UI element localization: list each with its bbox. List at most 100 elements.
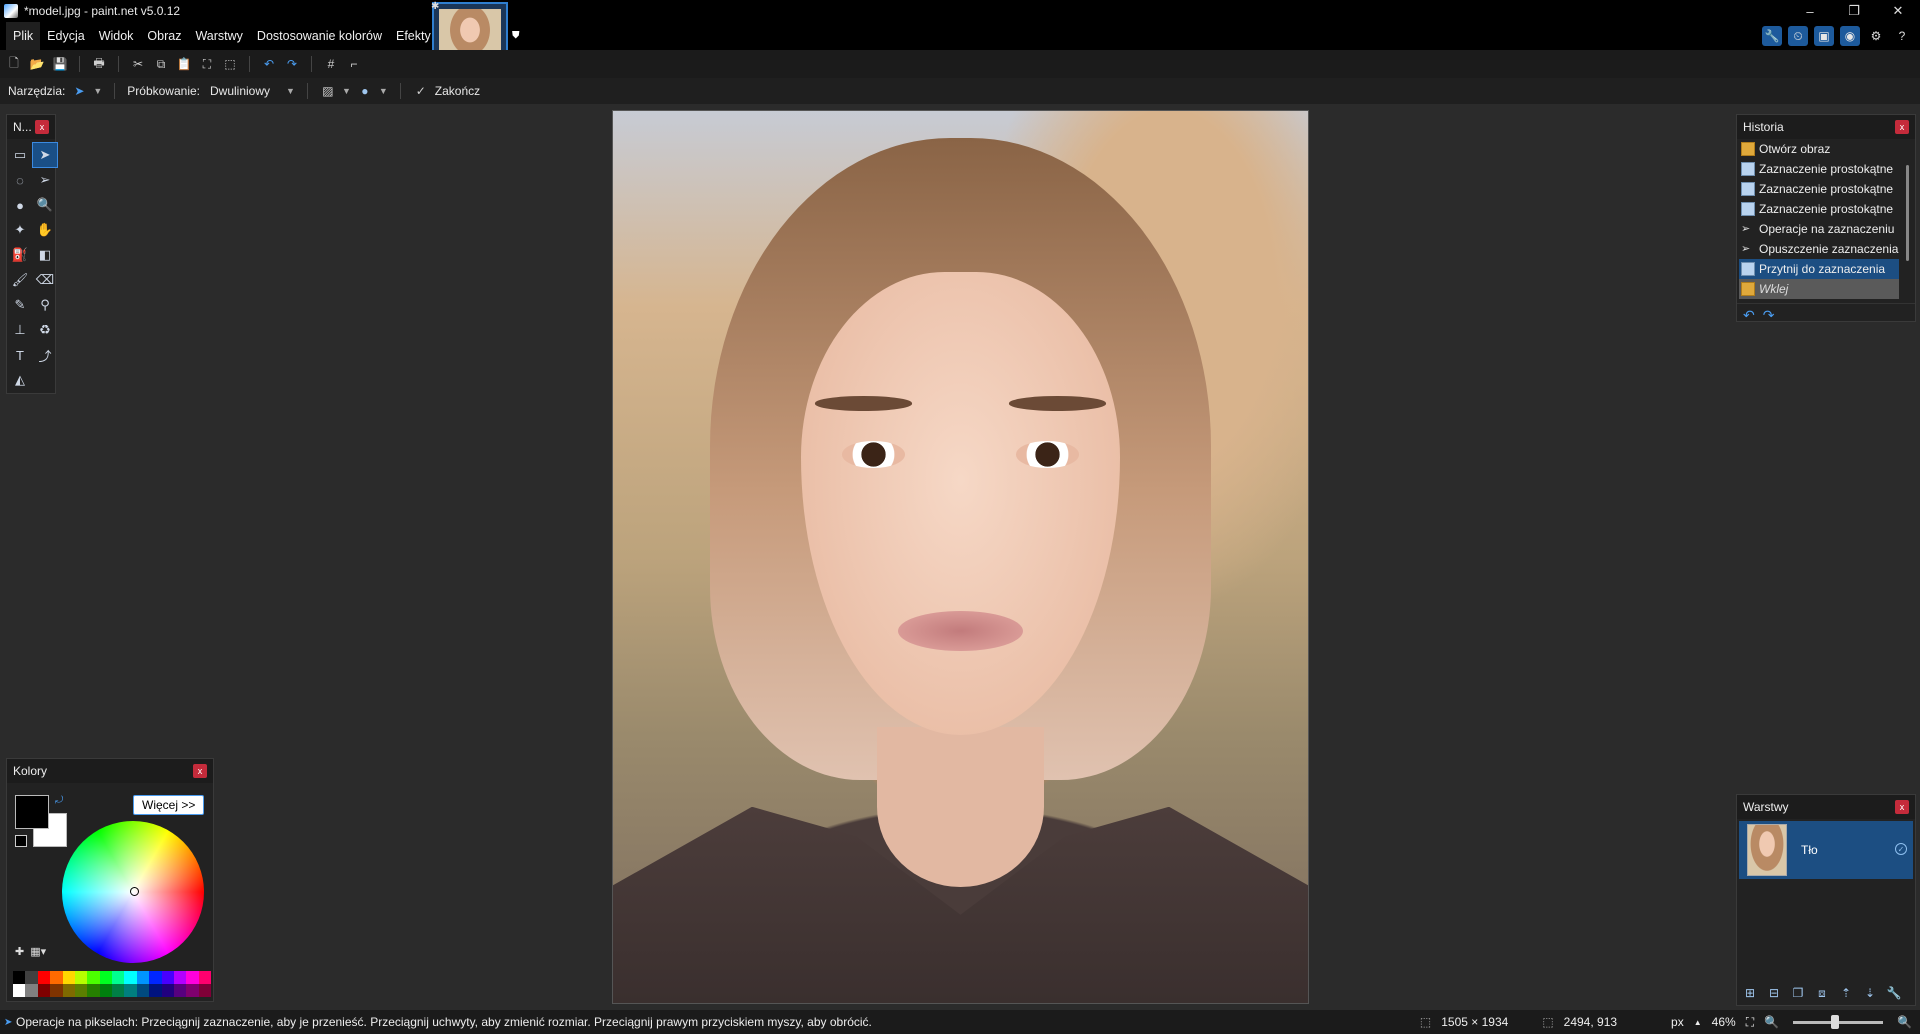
palette-swatch[interactable]: [87, 984, 100, 997]
history-item[interactable]: ➢ Operacje na zaznaczeniu: [1739, 219, 1899, 239]
palette-swatch[interactable]: [186, 971, 199, 984]
history-item-selected[interactable]: Przytnij do zaznaczenia: [1739, 259, 1899, 279]
palette-swatch[interactable]: [173, 971, 187, 984]
palette-swatch[interactable]: [124, 984, 137, 997]
delete-layer-icon[interactable]: ⊟: [1765, 985, 1783, 1001]
palette-swatch[interactable]: [112, 971, 125, 984]
units-chevron-icon[interactable]: ▲: [1694, 1018, 1702, 1027]
layer-visibility-checkbox[interactable]: ✓: [1895, 843, 1907, 855]
history-item[interactable]: Zaznaczenie prostokątne: [1739, 199, 1899, 219]
palette-swatch[interactable]: [37, 971, 51, 984]
tabs-dropdown-icon[interactable]: ⛊: [512, 30, 524, 42]
zoom-slider[interactable]: [1793, 1014, 1884, 1029]
antialiasing-icon[interactable]: ▨: [320, 83, 336, 99]
rectangle-select-tool-icon[interactable]: ▭: [8, 143, 32, 167]
chevron-down-icon[interactable]: ▼: [93, 86, 102, 96]
history-redo-icon[interactable]: ↷: [1763, 307, 1775, 324]
history-item[interactable]: ➢ Opuszczenie zaznaczenia: [1739, 239, 1899, 259]
palette-swatch[interactable]: [13, 984, 26, 997]
zoom-in-icon[interactable]: 🔍: [1897, 1015, 1912, 1029]
checkmark-icon[interactable]: ✓: [413, 83, 429, 99]
zoom-to-window-icon[interactable]: ⛶: [1746, 1015, 1754, 1030]
layers-window-toggle-icon[interactable]: ▣: [1814, 26, 1834, 46]
palette-menu-icon[interactable]: ▦▾: [30, 945, 46, 958]
print-icon[interactable]: 🖶: [91, 56, 107, 72]
palette-swatch[interactable]: [173, 984, 187, 997]
chevron-down-icon[interactable]: ▼: [379, 86, 388, 96]
menu-view[interactable]: Widok: [92, 22, 141, 50]
lasso-select-tool-icon[interactable]: ◌: [8, 168, 32, 192]
layers-panel-close-button[interactable]: x: [1895, 800, 1909, 814]
restore-button[interactable]: ❐: [1832, 0, 1876, 22]
palette-swatch[interactable]: [87, 971, 100, 984]
text-tool-icon[interactable]: T: [8, 343, 32, 367]
more-colors-button[interactable]: Więcej >>: [133, 795, 205, 815]
history-item[interactable]: Otwórz obraz: [1739, 139, 1899, 159]
shapes-tool-icon[interactable]: ◭: [8, 368, 32, 392]
add-layer-icon[interactable]: ⊞: [1741, 985, 1759, 1001]
duplicate-layer-icon[interactable]: ❐: [1789, 985, 1807, 1001]
color-picker-tool-icon[interactable]: ⚲: [33, 293, 57, 317]
palette-swatch[interactable]: [112, 984, 125, 997]
grid-icon[interactable]: #: [323, 56, 339, 72]
history-item[interactable]: Zaznaczenie prostokątne: [1739, 159, 1899, 179]
history-item[interactable]: Zaznaczenie prostokątne: [1739, 179, 1899, 199]
menu-file[interactable]: Plik: [6, 22, 41, 50]
palette-swatch[interactable]: [149, 984, 162, 997]
history-scrollbar[interactable]: [1906, 165, 1909, 261]
history-window-toggle-icon[interactable]: ⏲: [1788, 26, 1808, 46]
magic-wand-tool-icon[interactable]: ✦: [8, 218, 32, 242]
palette-swatch[interactable]: [50, 971, 63, 984]
undo-icon[interactable]: ↶: [261, 56, 277, 72]
deselect-icon[interactable]: ⬚: [222, 56, 238, 72]
palette-swatch[interactable]: [99, 971, 112, 984]
reset-colors-icon[interactable]: [15, 835, 27, 847]
palette-swatch[interactable]: [50, 984, 63, 997]
move-layer-up-icon[interactable]: ⇡: [1837, 985, 1855, 1001]
tools-panel-close-button[interactable]: x: [35, 120, 49, 134]
units-dropdown[interactable]: px: [1671, 1015, 1684, 1029]
line-curve-tool-icon[interactable]: ⤴: [33, 343, 57, 367]
palette-swatch[interactable]: [136, 971, 150, 984]
current-tool-move-icon[interactable]: ➤: [71, 83, 87, 99]
layer-properties-icon[interactable]: 🔧: [1885, 985, 1903, 1001]
chevron-down-icon[interactable]: ▼: [342, 86, 351, 96]
palette-swatch[interactable]: [62, 984, 75, 997]
close-window-button[interactable]: ✕: [1876, 0, 1920, 22]
history-undo-icon[interactable]: ↶: [1743, 307, 1755, 324]
gradient-tool-icon[interactable]: ◧: [33, 243, 57, 267]
palette-swatch[interactable]: [13, 971, 26, 984]
primary-color-swatch[interactable]: [15, 795, 49, 829]
redo-icon[interactable]: ↷: [284, 56, 300, 72]
help-icon[interactable]: ?: [1892, 26, 1912, 46]
paintbrush-tool-icon[interactable]: 🖌: [8, 268, 32, 292]
palette-swatch[interactable]: [161, 971, 174, 984]
paint-bucket-tool-icon[interactable]: ⛽: [8, 243, 32, 267]
sampling-dropdown[interactable]: Dwuliniowy: [210, 84, 270, 98]
image-canvas[interactable]: [612, 110, 1309, 1004]
palette-swatch[interactable]: [25, 984, 38, 997]
tools-panel-header[interactable]: N... x: [7, 115, 55, 139]
eraser-tool-icon[interactable]: ⌫: [33, 268, 57, 292]
palette-swatch[interactable]: [62, 971, 75, 984]
ellipse-select-tool-icon[interactable]: ●: [8, 193, 32, 217]
move-selected-pixels-tool-icon[interactable]: ➤: [32, 142, 58, 168]
clone-stamp-tool-icon[interactable]: ⊥: [8, 318, 32, 342]
colors-window-toggle-icon[interactable]: ◉: [1840, 26, 1860, 46]
layers-panel-header[interactable]: Warstwy x: [1737, 795, 1915, 819]
palette-swatch[interactable]: [161, 984, 174, 997]
zoom-level[interactable]: 46%: [1712, 1015, 1736, 1029]
palette-swatch[interactable]: [136, 984, 150, 997]
colors-panel-close-button[interactable]: x: [193, 764, 207, 778]
menu-image[interactable]: Obraz: [140, 22, 188, 50]
menu-edit[interactable]: Edycja: [40, 22, 92, 50]
move-layer-down-icon[interactable]: ⇣: [1861, 985, 1879, 1001]
menu-effects[interactable]: Efekty: [389, 22, 438, 50]
palette-swatch[interactable]: [37, 984, 51, 997]
pan-tool-icon[interactable]: ✋: [33, 218, 57, 242]
palette-swatch[interactable]: [186, 984, 199, 997]
palette-swatch[interactable]: [99, 984, 112, 997]
history-panel-header[interactable]: Historia x: [1737, 115, 1915, 139]
layer-row[interactable]: Tło ✓: [1739, 821, 1913, 879]
rulers-icon[interactable]: ⌐: [346, 56, 362, 72]
